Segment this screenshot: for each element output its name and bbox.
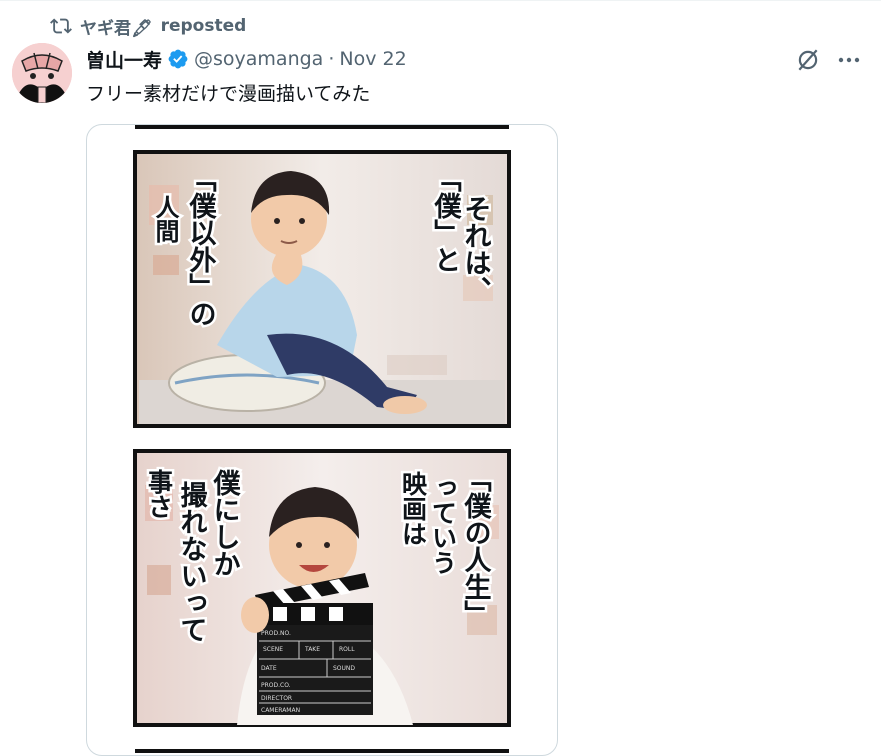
- clapper-prod-no: PROD.NO.: [261, 630, 291, 637]
- repost-icon: [50, 18, 72, 34]
- clapper-sound: SOUND: [333, 665, 355, 672]
- avatar[interactable]: [12, 43, 72, 103]
- tweet-media-manga[interactable]: PROD.NO. SCENE TAKE ROLL DATE SOUND PROD…: [86, 124, 558, 756]
- clapper-roll: ROLL: [339, 646, 355, 653]
- tweet-header: 曽山一寿 @soyamanga · Nov 22: [86, 46, 407, 72]
- clapper-director: DIRECTOR: [261, 695, 292, 702]
- grok-icon[interactable]: [795, 47, 821, 73]
- repost-label: reposted: [160, 16, 247, 36]
- display-name[interactable]: 曽山一寿: [86, 46, 162, 73]
- panel2-line-1: 「僕の人生」: [460, 465, 493, 627]
- clapper-take: TAKE: [304, 646, 320, 653]
- clapper-scene: SCENE: [263, 646, 283, 653]
- panel1-line-3: 「僕以外」の: [185, 165, 218, 327]
- verified-badge-icon[interactable]: [167, 48, 189, 70]
- separator-dot: ·: [328, 48, 335, 70]
- reposter-name[interactable]: ヤギ君🖋: [80, 14, 153, 39]
- tweet-date[interactable]: Nov 22: [339, 48, 406, 70]
- clapper-cameraman: CAMERAMAN: [261, 707, 300, 714]
- panel2-line-6: 事さ: [145, 469, 174, 519]
- panel2-line-4: 僕にしか: [209, 469, 242, 577]
- user-handle[interactable]: @soyamanga: [194, 48, 323, 70]
- panel1-line-1: それは、: [460, 195, 491, 303]
- panel2-line-2: っていう: [429, 475, 458, 575]
- more-icon[interactable]: [836, 50, 862, 70]
- avatar-illustration: [12, 43, 72, 103]
- timeline-divider: [0, 0, 881, 1]
- panel2-line-3: 映画は: [399, 471, 428, 546]
- tweet-text: フリー素材だけで漫画描いてみた: [86, 83, 371, 105]
- manga-image: PROD.NO. SCENE TAKE ROLL DATE SOUND PROD…: [133, 125, 511, 753]
- panel1-line-4: 人間: [151, 195, 179, 244]
- panel1-line-2: 「僕」と: [430, 165, 463, 273]
- repost-context[interactable]: ヤギ君🖋 reposted: [50, 14, 247, 39]
- panel2-line-5: 撮れないって: [176, 481, 208, 643]
- clapper-prod-co: PROD.CO.: [261, 682, 291, 689]
- clapper-date: DATE: [261, 665, 277, 672]
